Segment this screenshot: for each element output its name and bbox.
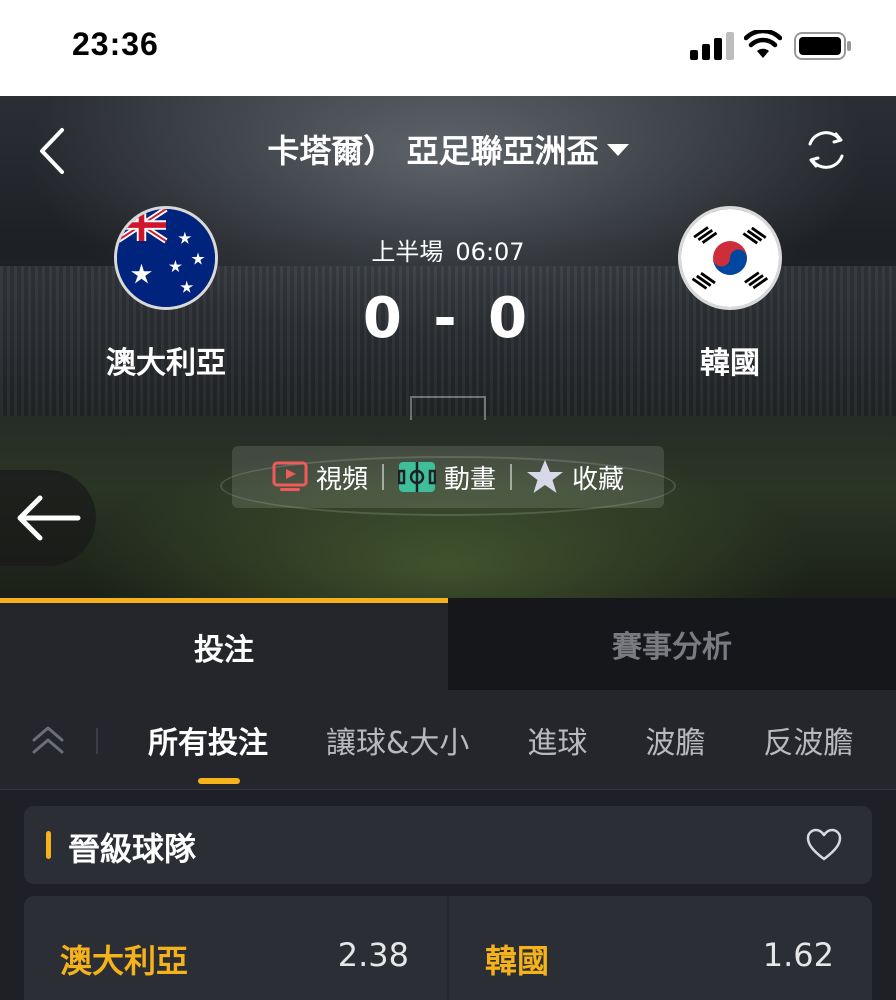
main-tabs: 投注 賽事分析 [0,598,896,690]
double-chevron-up-icon[interactable] [28,720,68,760]
star-icon [527,460,563,493]
filter-handicap-totals[interactable]: 讓球&大小 [326,718,469,762]
period-label: 上半場 [371,238,444,266]
league-selector[interactable]: 卡塔爾） 亞足聯亞洲盃 [0,126,896,172]
match-header: 卡塔爾） 亞足聯亞洲盃 澳大利亞 上半場 06:07 0 - 0 韓國 視頻 動… [0,96,896,600]
signal-icon [690,32,734,60]
filter-anti-correct-score[interactable]: 反波膽 [763,718,853,762]
selection-price: 2.38 [337,936,409,974]
market-filter-bar: 所有投注 讓球&大小 進球 波膽 反波膽 [0,690,896,790]
away-team-name: 韓國 [700,346,760,381]
selection-name: 韓國 [485,942,550,980]
video-button[interactable]: 視頻 [264,459,376,496]
heart-icon[interactable] [806,828,842,862]
favorite-label: 收藏 [572,464,625,495]
tab-analysis[interactable]: 賽事分析 [448,598,896,690]
animation-button[interactable]: 動畫 [390,459,504,496]
pitch-animation-icon [397,462,436,492]
odds-row: 澳大利亞 2.38 韓國 1.62 [24,896,872,1000]
favorite-button[interactable]: 收藏 [518,459,632,496]
selection-price: 1.62 [762,936,834,974]
divider [510,464,512,490]
league-title: 卡塔爾） 亞足聯亞洲盃 [267,132,599,170]
battery-icon [794,32,851,60]
filter-items: 所有投注 讓球&大小 進球 波膽 反波膽 [148,690,896,789]
filter-all-bets[interactable]: 所有投注 [148,718,268,784]
caret-down-icon [606,144,629,156]
back-arrow-button[interactable] [0,470,96,566]
refresh-icon[interactable] [802,126,850,174]
selection-home[interactable]: 澳大利亞 2.38 [24,896,447,1000]
status-time: 23:36 [72,26,159,62]
match-clock: 06:07 [455,238,525,266]
tab-betting[interactable]: 投注 [0,598,448,690]
animation-label: 動畫 [443,464,496,495]
divider [96,728,98,754]
video-label: 視頻 [315,464,368,495]
away-team: 韓國 [630,206,830,382]
filter-correct-score[interactable]: 波膽 [645,718,705,762]
market-header[interactable]: 晉級球隊 [24,806,872,884]
accent-bar [46,831,51,859]
market-title: 晉級球隊 [68,830,197,868]
goal-decoration [410,396,486,420]
arrow-left-icon [17,495,81,541]
selection-away[interactable]: 韓國 1.62 [447,896,872,1000]
divider [381,464,384,490]
video-play-icon [272,461,308,491]
status-bar: 23:36 [0,0,896,96]
selection-name: 澳大利亞 [60,942,189,980]
wifi-icon [744,30,782,58]
media-bar: 視頻 動畫 收藏 [232,446,664,508]
filter-goals[interactable]: 進球 [527,718,587,762]
korea-flag-icon [678,206,782,310]
